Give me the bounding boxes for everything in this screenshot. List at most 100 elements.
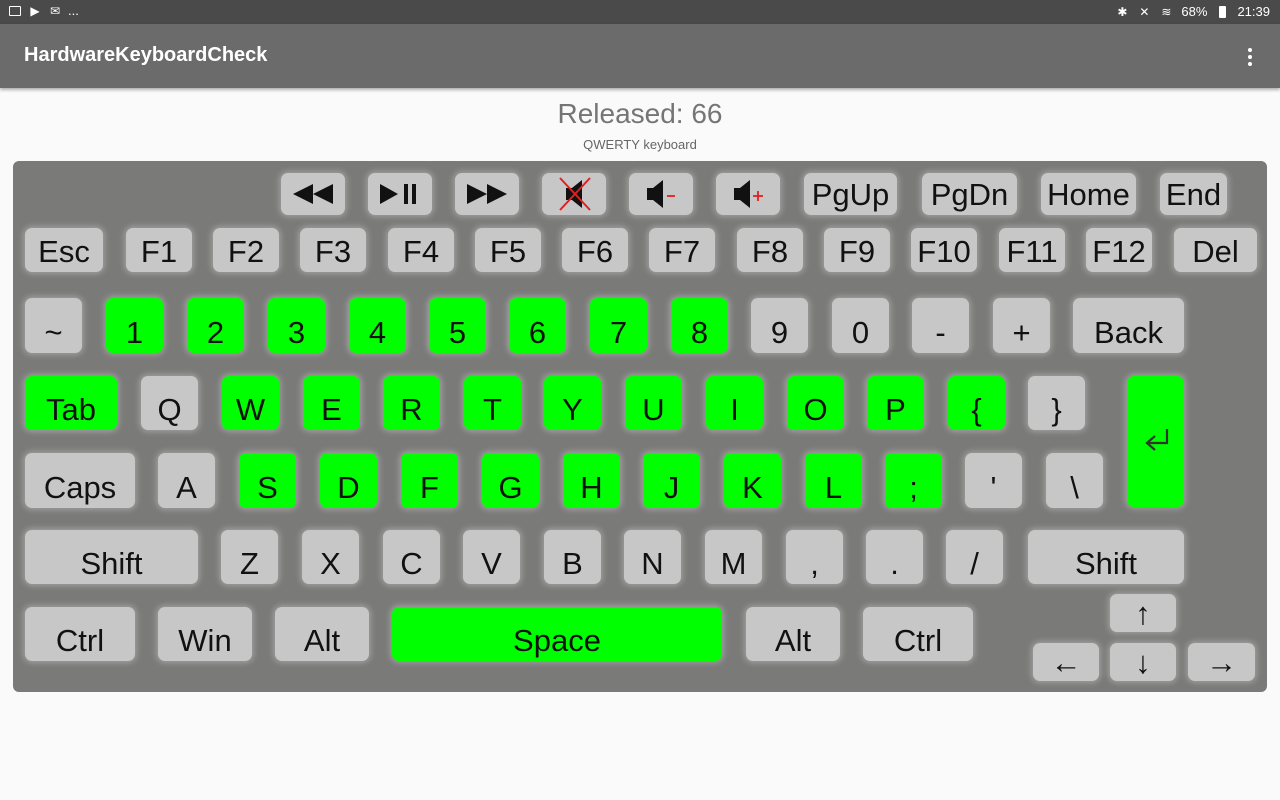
end-key[interactable]: End: [1160, 173, 1227, 215]
f1-key[interactable]: F1: [126, 228, 192, 272]
fast-forward-key[interactable]: [455, 173, 519, 215]
key-m[interactable]: M: [705, 530, 762, 584]
esc-key[interactable]: Esc: [25, 228, 103, 272]
caps-lock-key[interactable]: Caps: [25, 453, 135, 508]
f4-key[interactable]: F4: [388, 228, 454, 272]
volume-down-key[interactable]: [629, 173, 693, 215]
tab-key[interactable]: Tab: [25, 376, 117, 430]
key-d[interactable]: D: [320, 453, 377, 508]
play-pause-key[interactable]: [368, 173, 432, 215]
key-5[interactable]: 5: [429, 298, 486, 353]
key-6[interactable]: 6: [509, 298, 566, 353]
status-bar: ▶ ✉ ... ✱ ✕ ≋ 68% 21:39: [0, 0, 1280, 24]
key-c[interactable]: C: [383, 530, 440, 584]
key-t-label: T: [483, 392, 502, 427]
key-e[interactable]: E: [303, 376, 360, 430]
left-shift-key[interactable]: Shift: [25, 530, 198, 584]
key-l-label: L: [824, 470, 843, 505]
key-0[interactable]: 0: [832, 298, 889, 353]
f12-key[interactable]: F12: [1086, 228, 1152, 272]
key-t[interactable]: T: [464, 376, 521, 430]
right-ctrl-key[interactable]: Ctrl: [863, 607, 973, 661]
f11-key[interactable]: F11: [999, 228, 1065, 272]
volume-down-icon: [641, 177, 681, 211]
key-7[interactable]: 7: [590, 298, 647, 353]
f8-key[interactable]: F8: [737, 228, 803, 272]
key-n[interactable]: N: [624, 530, 681, 584]
key-i[interactable]: I: [706, 376, 763, 430]
right-ctrl-key-label: Ctrl: [893, 623, 943, 658]
backspace-key[interactable]: Back: [1073, 298, 1184, 353]
key-comma[interactable]: ,: [786, 530, 843, 584]
key-s[interactable]: S: [239, 453, 296, 508]
more-vert-icon[interactable]: [1242, 44, 1258, 70]
key-v[interactable]: V: [463, 530, 520, 584]
left-alt-key[interactable]: Alt: [275, 607, 369, 661]
f8-key-label: F8: [751, 234, 789, 269]
key-z[interactable]: Z: [221, 530, 278, 584]
arrow-down-key[interactable]: ↓: [1110, 643, 1176, 681]
key-slash[interactable]: /: [946, 530, 1003, 584]
key-g[interactable]: G: [482, 453, 539, 508]
battery-icon: [1215, 5, 1229, 19]
key-o[interactable]: O: [787, 376, 844, 430]
key-w[interactable]: W: [222, 376, 279, 430]
key-8[interactable]: 8: [671, 298, 728, 353]
key-y[interactable]: Y: [544, 376, 601, 430]
f7-key[interactable]: F7: [649, 228, 715, 272]
right-shift-key[interactable]: Shift: [1028, 530, 1184, 584]
f2-key[interactable]: F2: [213, 228, 279, 272]
pgdn-key[interactable]: PgDn: [922, 173, 1017, 215]
key-4[interactable]: 4: [349, 298, 406, 353]
key-l[interactable]: L: [805, 453, 862, 508]
key-h[interactable]: H: [563, 453, 620, 508]
space-key[interactable]: Space: [392, 607, 722, 661]
key-tilde[interactable]: ~: [25, 298, 82, 353]
key-b[interactable]: B: [544, 530, 601, 584]
left-ctrl-key[interactable]: Ctrl: [25, 607, 135, 661]
mute-key[interactable]: [542, 173, 606, 215]
home-key[interactable]: Home: [1041, 173, 1136, 215]
key-backslash[interactable]: \: [1046, 453, 1103, 508]
f6-key[interactable]: F6: [562, 228, 628, 272]
key-x[interactable]: X: [302, 530, 359, 584]
key-a[interactable]: A: [158, 453, 215, 508]
volume-up-key[interactable]: [716, 173, 780, 215]
f3-key-label: F3: [314, 234, 352, 269]
key-apostrophe[interactable]: ': [965, 453, 1022, 508]
del-key[interactable]: Del: [1174, 228, 1257, 272]
key-9[interactable]: 9: [751, 298, 808, 353]
f3-key[interactable]: F3: [300, 228, 366, 272]
pgup-key[interactable]: PgUp: [804, 173, 897, 215]
key-p[interactable]: P: [867, 376, 924, 430]
key-left-brace[interactable]: {: [948, 376, 1005, 430]
key-minus[interactable]: -: [912, 298, 969, 353]
key-r[interactable]: R: [383, 376, 440, 430]
arrow-right-key[interactable]: →: [1188, 643, 1255, 681]
key-plus[interactable]: +: [993, 298, 1050, 353]
key-q[interactable]: Q: [141, 376, 198, 430]
key-u[interactable]: U: [625, 376, 682, 430]
f9-key[interactable]: F9: [824, 228, 890, 272]
key-semicolon[interactable]: ;: [885, 453, 942, 508]
right-alt-key[interactable]: Alt: [746, 607, 840, 661]
arrow-up-key[interactable]: ↑: [1110, 594, 1176, 632]
key-k-label: K: [742, 470, 763, 505]
key-right-brace[interactable]: }: [1028, 376, 1085, 430]
key-k[interactable]: K: [724, 453, 781, 508]
f10-key[interactable]: F10: [911, 228, 977, 272]
right-alt-key-label: Alt: [774, 623, 812, 658]
key-3[interactable]: 3: [268, 298, 325, 353]
key-period[interactable]: .: [866, 530, 923, 584]
key-2[interactable]: 2: [187, 298, 244, 353]
key-1[interactable]: 1: [106, 298, 163, 353]
key-j[interactable]: J: [643, 453, 700, 508]
f5-key[interactable]: F5: [475, 228, 541, 272]
win-key[interactable]: Win: [158, 607, 252, 661]
arrow-left-key-label: ←: [1050, 644, 1082, 680]
arrow-left-key[interactable]: ←: [1033, 643, 1099, 681]
enter-key[interactable]: [1127, 376, 1184, 507]
rewind-key[interactable]: [281, 173, 345, 215]
key-plus-label: +: [1012, 315, 1031, 350]
key-f[interactable]: F: [401, 453, 458, 508]
